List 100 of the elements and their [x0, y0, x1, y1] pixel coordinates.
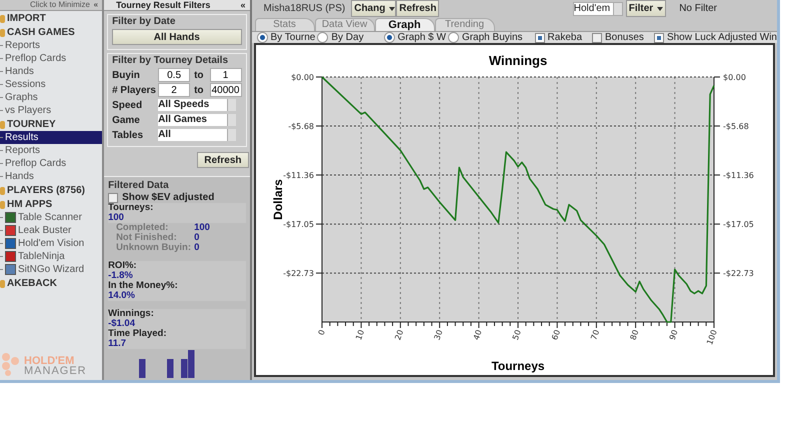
section-title: Filtered Data: [108, 179, 170, 192]
field-label: # Players: [112, 84, 156, 96]
stat-value: 14.0%: [108, 291, 136, 301]
x-tick-label: 100: [705, 328, 720, 346]
x-axis-title: Tourneys: [492, 359, 545, 373]
field-label: Tables: [112, 130, 144, 140]
stat-label: Time Played:: [108, 329, 168, 339]
section-icon: [0, 280, 5, 288]
nav-item[interactable]: Table Scanner: [0, 211, 102, 224]
panel-title: Tourney Result Filters «: [104, 0, 250, 11]
checkbox[interactable]: [108, 192, 118, 202]
x-tick-label: 60: [550, 328, 562, 342]
stat-label: Tourneys:: [108, 203, 154, 213]
nav-item[interactable]: Preflop Cards: [0, 157, 102, 170]
option-label: By Day: [331, 32, 364, 43]
range-from-field[interactable]: 0.5: [158, 68, 190, 82]
nav-section[interactable]: HM APPS: [0, 198, 102, 211]
nav-item[interactable]: SitNGo Wizard: [0, 263, 102, 276]
nav-item[interactable]: Hold'em Vision: [0, 237, 102, 250]
x-tick-label: 50: [511, 328, 524, 342]
stat-label: Unknown Buyin:: [115, 243, 192, 253]
radio-button[interactable]: [317, 32, 328, 43]
range-separator: to: [194, 70, 204, 80]
x-tick-label: 0: [316, 328, 328, 336]
field-label: Speed: [112, 100, 144, 110]
x-tick-label: 10: [354, 328, 366, 342]
dropdown[interactable]: All Speeds: [158, 99, 236, 111]
y-tick-label: -$11.36: [723, 171, 754, 180]
stat-value: 100: [108, 213, 125, 223]
stat-label: In the Money%:: [108, 281, 179, 291]
refresh-button[interactable]: Refresh: [197, 152, 249, 168]
stat-value: -$1.04: [108, 319, 136, 329]
refresh-button[interactable]: Refresh: [396, 0, 440, 17]
group-title: Filter by Date: [112, 15, 176, 28]
x-tick-label: 70: [590, 328, 602, 342]
stat-value: -1.8%: [108, 271, 134, 281]
nav-section[interactable]: PLAYERS (8756): [0, 184, 102, 197]
y-tick-label: -$11.36: [283, 171, 314, 180]
nav-item[interactable]: Hands: [0, 170, 102, 183]
radio-button[interactable]: [256, 32, 268, 43]
change-button[interactable]: Chang: [351, 0, 396, 17]
minimize-bar[interactable]: Click to Minimize «: [0, 0, 102, 11]
nav-section[interactable]: CASH GAMES: [0, 26, 102, 39]
option-label: By Tourne: [270, 32, 316, 43]
checkbox[interactable]: [534, 32, 545, 42]
nav-section[interactable]: AKEBACK: [0, 277, 102, 290]
radio-button[interactable]: [384, 32, 395, 43]
field-label: Buyin: [112, 70, 141, 80]
x-tick-label: 80: [628, 328, 641, 342]
player-name: Misha18RUS (PS): [264, 3, 346, 14]
section-icon: [0, 120, 5, 128]
nav-item[interactable]: Results: [0, 131, 102, 144]
stat-value: 0: [194, 233, 200, 243]
radio-button[interactable]: [448, 32, 459, 43]
y-axis-title: Dollars: [271, 179, 286, 220]
stat-label: ROI%:: [108, 261, 138, 271]
nav-item[interactable]: Graphs: [0, 91, 102, 104]
caret-icon: [657, 6, 664, 10]
nav-item[interactable]: Sessions: [0, 78, 102, 91]
stat-label: Completed:: [115, 223, 170, 233]
date-button[interactable]: All Hands: [112, 29, 242, 45]
nav-item[interactable]: Hands: [0, 65, 102, 78]
x-tick-label: 30: [432, 328, 445, 342]
y-tick-label: $0.00: [723, 73, 746, 82]
game-dropdown[interactable]: Hold'em: [572, 2, 623, 16]
nav-item[interactable]: Reports: [0, 144, 102, 157]
nav-section[interactable]: TOURNEY: [0, 118, 102, 131]
nav-item[interactable]: Reports: [0, 39, 102, 52]
range-from-field[interactable]: 2: [158, 83, 190, 97]
nav-section[interactable]: IMPORT: [0, 12, 102, 25]
y-tick-label: -$17.05: [283, 220, 314, 230]
chart-title: Winnings: [489, 53, 548, 68]
stat-value: 11.7: [108, 339, 128, 349]
stat-value: 0: [194, 243, 200, 253]
x-tick-label: 20: [394, 328, 406, 342]
x-tick-label: 40: [472, 328, 484, 342]
stat-label: Winnings:: [108, 309, 155, 319]
y-tick-label: -$22.73: [283, 269, 314, 278]
range-to-field[interactable]: 1: [210, 68, 242, 82]
nav-item[interactable]: Leak Buster: [0, 224, 102, 237]
range-separator: to: [194, 84, 204, 96]
nav-item[interactable]: vs Players: [0, 104, 102, 117]
checkbox[interactable]: [592, 32, 602, 42]
group-title: Filter by Tourney Details: [112, 54, 230, 67]
option-label: Graph $ W: [398, 32, 446, 43]
dropdown[interactable]: All: [158, 129, 236, 141]
checkbox[interactable]: [654, 32, 664, 42]
y-tick-label: -$22.73: [723, 269, 754, 278]
logo-text: HOLD'EM: [24, 356, 74, 366]
tab[interactable]: Graph: [374, 18, 435, 31]
filter-button[interactable]: Filter: [626, 0, 666, 17]
nav-item[interactable]: TableNinja: [0, 250, 102, 263]
dropdown[interactable]: All Games: [158, 114, 236, 126]
filter-status: No Filter: [679, 3, 717, 14]
logo-subtext: MANAGER: [24, 366, 87, 376]
range-to-field[interactable]: 40000: [210, 83, 242, 97]
checkbox-label: Show $EV adjusted: [122, 192, 214, 203]
nav-item[interactable]: Preflop Cards: [0, 52, 102, 65]
option-label: Rakeba: [548, 32, 582, 43]
option-label: Show Luck Adjusted Win: [666, 32, 777, 43]
